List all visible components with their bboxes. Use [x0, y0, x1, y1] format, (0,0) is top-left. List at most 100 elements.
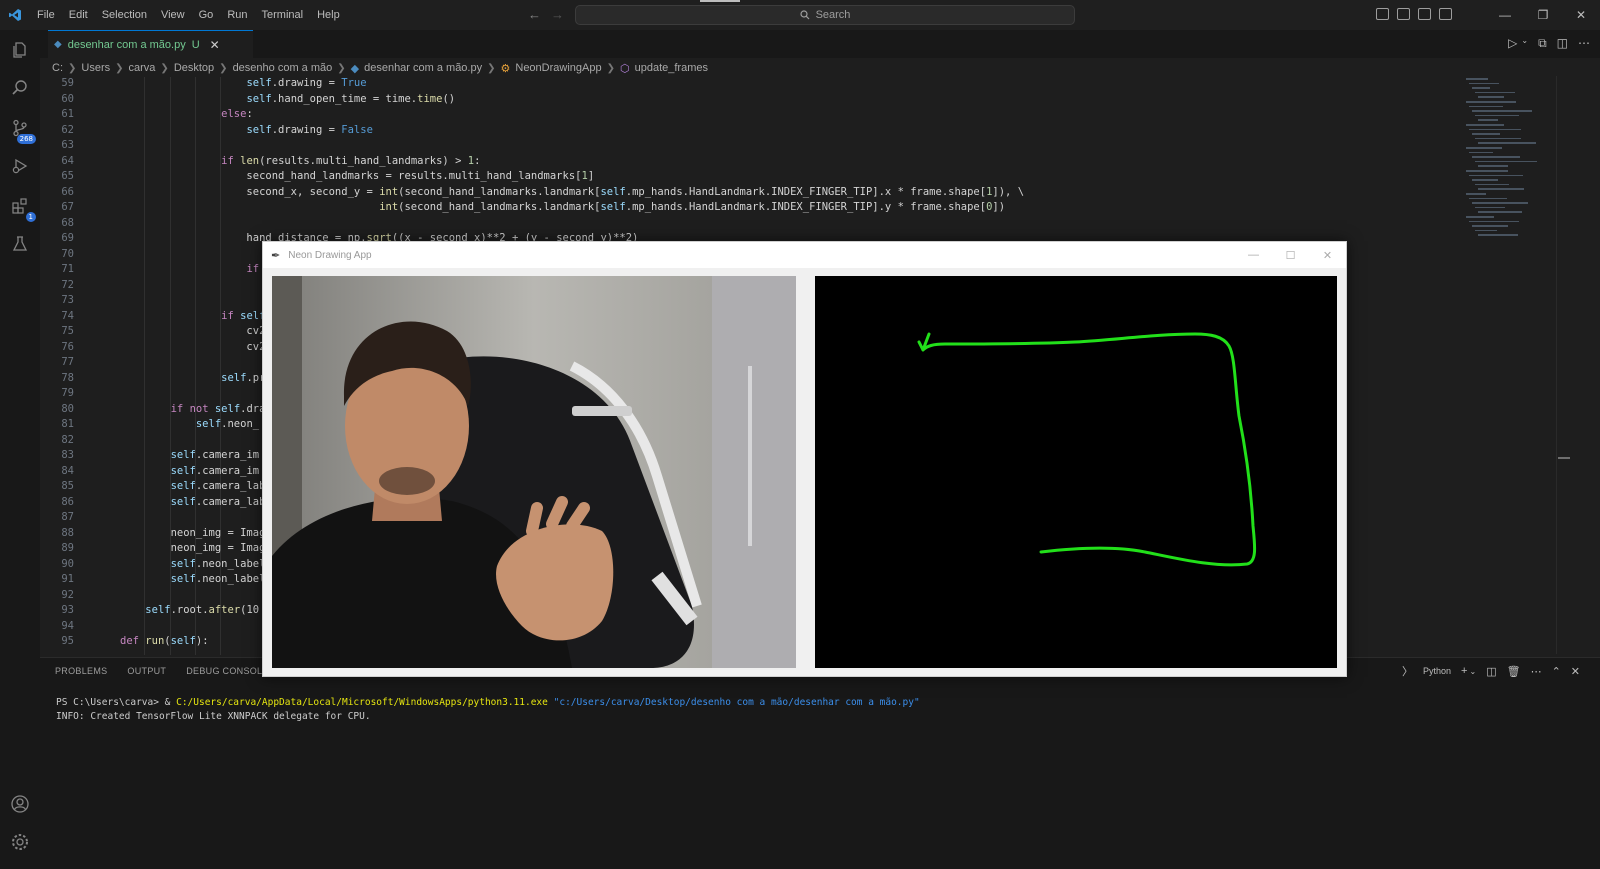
close-panel-icon[interactable]: ✕: [1571, 665, 1580, 678]
account-icon[interactable]: [8, 792, 32, 816]
minimap-line: [1469, 105, 1503, 108]
minimize-icon[interactable]: —: [1486, 0, 1524, 30]
app-maximize-icon[interactable]: ☐: [1272, 242, 1309, 268]
code-text: cv2: [120, 340, 266, 353]
command-center-search[interactable]: Search: [575, 5, 1075, 25]
minimap-line: [1475, 137, 1521, 140]
minimap-line: [1469, 220, 1519, 223]
tab-close-icon[interactable]: ✕: [210, 38, 220, 52]
terminal-dropdown-chevron-icon[interactable]: ⌄: [1469, 667, 1476, 676]
tab-problems[interactable]: PROBLEMS: [55, 666, 107, 676]
search-icon[interactable]: [8, 76, 32, 100]
code-line: 61 else:: [40, 108, 1460, 124]
neon-drawing-app-window[interactable]: ✒ Neon Drawing App — ☐ ✕: [262, 241, 1347, 677]
line-number: 63: [61, 139, 74, 151]
toggle-sidebar-icon[interactable]: [1376, 8, 1389, 20]
settings-gear-icon[interactable]: [8, 830, 32, 854]
neon-drawing-canvas[interactable]: [815, 276, 1337, 668]
forward-arrow-icon[interactable]: →: [551, 7, 564, 22]
menu-run[interactable]: Run: [220, 9, 254, 21]
explorer-icon[interactable]: [8, 38, 32, 62]
code-text: second_x, second_y = int(second_hand_lan…: [120, 185, 1025, 198]
tab-output[interactable]: OUTPUT: [127, 666, 166, 676]
breadcrumb-item[interactable]: carva: [129, 62, 156, 74]
chevron-right-icon: ❯: [160, 62, 169, 74]
run-dropdown-chevron-icon[interactable]: ⌄: [1521, 36, 1528, 51]
minimap-line: [1478, 96, 1504, 98]
split-terminal-icon[interactable]: ◫: [1486, 665, 1496, 678]
chevron-right-icon: ❯: [337, 62, 346, 74]
line-number: 91: [61, 573, 74, 585]
line-number: 80: [61, 402, 74, 415]
menu-edit[interactable]: Edit: [62, 9, 95, 21]
breadcrumb-item[interactable]: update_frames: [635, 62, 708, 74]
toggle-secondary-sidebar-icon[interactable]: [1418, 8, 1431, 20]
menu-help[interactable]: Help: [310, 9, 347, 21]
extensions-icon[interactable]: 1: [8, 194, 36, 222]
app-window-title-bar[interactable]: ✒ Neon Drawing App — ☐ ✕: [263, 242, 1346, 268]
line-number: 71: [61, 263, 74, 275]
new-terminal-plus-icon[interactable]: +: [1461, 665, 1467, 677]
menu-selection[interactable]: Selection: [95, 9, 154, 21]
breadcrumb-item[interactable]: NeonDrawingApp: [515, 62, 601, 74]
menu-terminal[interactable]: Terminal: [255, 9, 311, 21]
minimap-line: [1475, 206, 1505, 209]
terminal-info-line: INFO: Created TensorFlow Lite XNNPACK de…: [56, 711, 371, 722]
terminal-shell-label[interactable]: Python: [1423, 666, 1451, 676]
minimap[interactable]: [1462, 74, 1562, 254]
minimap-line: [1475, 160, 1537, 163]
camera-feed-image: [272, 276, 796, 668]
terminal-output[interactable]: PS C:\Users\carva> & C:/Users/carva/AppD…: [56, 696, 920, 724]
editor-scrollbar[interactable]: [1556, 76, 1557, 654]
code-text: self.neon_label: [170, 573, 266, 585]
code-text: cv2: [120, 325, 266, 337]
source-control-icon[interactable]: 268: [8, 116, 36, 144]
line-number: 90: [61, 557, 74, 570]
open-changes-icon[interactable]: ⧉: [1538, 36, 1547, 51]
scrollbar-position-marker: [1558, 457, 1570, 459]
tab-filename: desenhar com a mão.py: [67, 38, 186, 51]
customize-layout-icon[interactable]: [1439, 8, 1452, 20]
maximize-panel-chevron-icon[interactable]: ⌃: [1552, 665, 1561, 678]
run-debug-icon[interactable]: [8, 154, 32, 178]
terminal-prompt: PS C:\Users\carva> &: [56, 697, 177, 708]
breadcrumb-item[interactable]: Users: [81, 62, 110, 74]
line-number: 59: [61, 77, 74, 89]
minimap-line: [1469, 174, 1523, 177]
title-indicator: [700, 0, 740, 2]
testing-flask-icon[interactable]: [8, 232, 32, 256]
back-arrow-icon[interactable]: ←: [528, 7, 541, 22]
tab-desenhar-com-a-mao[interactable]: ◆ desenhar com a mão.py U ✕: [48, 30, 253, 58]
minimap-line: [1469, 151, 1493, 154]
line-number: 92: [61, 588, 74, 601]
minimap-line: [1472, 133, 1500, 135]
app-minimize-icon[interactable]: —: [1235, 242, 1272, 268]
line-number: 64: [61, 154, 74, 167]
breadcrumb-item[interactable]: Desktop: [174, 62, 214, 74]
menu-go[interactable]: Go: [192, 9, 221, 21]
editor-tab-bar: ◆ desenhar com a mão.py U ✕ ▷ ⌄ ⧉ ◫ ⋯: [40, 30, 1600, 58]
code-text: self.drawing = True: [246, 77, 367, 89]
split-editor-icon[interactable]: ◫: [1557, 36, 1568, 51]
code-line: 66 second_x, second_y = int(second_hand_…: [40, 186, 1460, 202]
menu-view[interactable]: View: [154, 9, 192, 21]
more-actions-icon[interactable]: ⋯: [1531, 665, 1542, 678]
minimap-line: [1472, 110, 1532, 112]
restore-icon[interactable]: ❐: [1524, 0, 1562, 30]
code-text: second_hand_landmarks = results.multi_ha…: [120, 170, 595, 182]
minimap-line: [1475, 91, 1515, 94]
breadcrumb-item[interactable]: desenho com a mão: [233, 62, 333, 74]
app-close-icon[interactable]: ✕: [1309, 242, 1346, 268]
breadcrumb-item[interactable]: C:: [52, 62, 63, 74]
minimap-line: [1478, 142, 1536, 144]
run-python-file-icon[interactable]: ▷: [1508, 36, 1517, 51]
close-icon[interactable]: ✕: [1562, 0, 1600, 30]
more-actions-icon[interactable]: ⋯: [1578, 36, 1590, 51]
code-line: 60 self.hand_open_time = time.time(): [40, 93, 1460, 109]
toggle-panel-icon[interactable]: [1397, 8, 1410, 20]
tab-debug-console[interactable]: DEBUG CONSOLE: [186, 666, 268, 676]
trash-icon[interactable]: 🗑: [1507, 665, 1521, 678]
code-text: self.camera_lab: [170, 480, 266, 492]
menu-file[interactable]: File: [30, 9, 62, 21]
breadcrumb-item[interactable]: desenhar com a mão.py: [364, 62, 482, 74]
